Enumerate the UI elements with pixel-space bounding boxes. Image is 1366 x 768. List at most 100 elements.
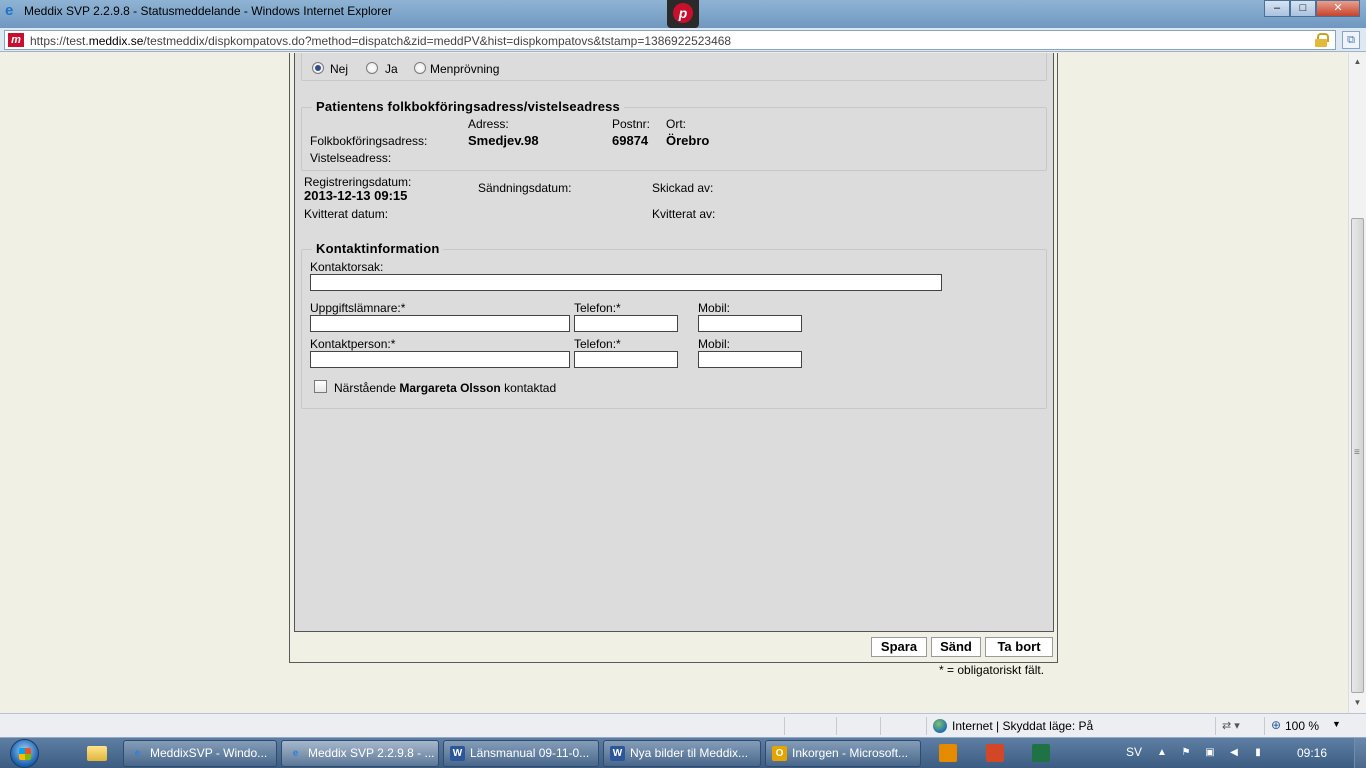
contact-person-label: Kontaktperson:* [310, 337, 396, 351]
form-panel: Nej Ja Menprövning Patientens folkbokför… [294, 53, 1054, 632]
media-player-icon[interactable] [939, 744, 957, 762]
folkbokforing-address: Smedjev.98 [468, 133, 539, 148]
mobile2-input[interactable] [698, 351, 802, 368]
scroll-down-icon[interactable]: ▼ [1349, 694, 1366, 711]
sent-by-label: Skickad av: [652, 181, 714, 195]
action-center-flag-icon[interactable]: ⚑ [1180, 747, 1192, 759]
taskbar-item-lansmanual[interactable]: W Länsmanual 09-11-0... [443, 740, 599, 767]
col-ort-label: Ort: [666, 117, 686, 131]
vistelse-label: Vistelseadress: [310, 151, 392, 165]
col-address-label: Adress: [468, 117, 509, 131]
address-legend: Patientens folkbokföringsadress/vistelse… [312, 99, 624, 114]
show-desktop-button[interactable] [1354, 738, 1366, 768]
mobile2-label: Mobil: [698, 337, 731, 351]
volume-icon[interactable]: ◀ [1228, 747, 1240, 759]
taskbar-item-inkorgen[interactable]: O Inkorgen - Microsoft... [765, 740, 921, 767]
vertical-scrollbar[interactable]: ▲ ▼ [1348, 53, 1366, 713]
mobile1-input[interactable] [698, 315, 802, 332]
url-field[interactable]: m https://test.meddix.se/testmeddix/disp… [4, 30, 1336, 50]
network-signal-icon[interactable]: ▮ [1252, 747, 1264, 759]
registration-date-label: Registreringsdatum: [304, 175, 412, 189]
radio-menprovning[interactable] [414, 62, 426, 74]
radio-ja-label: Ja [385, 62, 398, 76]
contact-person-input[interactable] [310, 351, 570, 368]
status-bar: Internet | Skyddat läge: På ⇄ ▾ ⊕ 100 % … [0, 713, 1366, 737]
window-title-bar: e Meddix SVP 2.2.9.8 - Statusmeddelande … [0, 0, 1366, 28]
contact-reason-label: Kontaktorsak: [310, 260, 384, 274]
protected-mode-icon[interactable]: ⇄ ▾ [1222, 719, 1240, 732]
p-badge[interactable]: p [667, 0, 699, 28]
taskbar-item-nya-bilder[interactable]: W Nya bilder til Meddix... [603, 740, 761, 767]
minimize-button[interactable]: – [1264, 0, 1290, 17]
informant-input[interactable] [310, 315, 570, 332]
relative-contacted-checkbox[interactable] [314, 380, 327, 393]
internet-zone-globe-icon [933, 719, 947, 733]
send-date-label: Sändningsdatum: [478, 181, 572, 195]
page-viewport: Nej Ja Menprövning Patientens folkbokför… [0, 53, 1348, 713]
outlook-icon: O [772, 746, 787, 761]
status-separator [836, 717, 837, 735]
device-icon[interactable]: ▣ [1204, 747, 1216, 759]
status-separator [926, 717, 927, 735]
status-separator [1215, 717, 1216, 735]
windows-logo-icon [10, 739, 39, 768]
required-footnote: * = obligatoriskt fält. [939, 663, 1045, 677]
explorer-folder-icon[interactable] [87, 746, 107, 761]
address-bar: m https://test.meddix.se/testmeddix/disp… [0, 28, 1366, 52]
scroll-thumb[interactable] [1351, 218, 1364, 693]
radio-nej-label: Nej [330, 62, 349, 76]
compatibility-view-icon[interactable]: ⧉ [1342, 31, 1360, 49]
excel-icon[interactable] [1032, 744, 1050, 762]
phone2-label: Telefon:* [574, 337, 621, 351]
word-icon: W [610, 746, 625, 761]
registration-date-value: 2013-12-13 09:15 [304, 188, 408, 203]
taskbar: e MeddixSVP - Windo... e Meddix SVP 2.2.9.… [0, 737, 1366, 768]
internet-explorer-icon: e [5, 2, 14, 19]
powerpoint-icon[interactable] [986, 744, 1004, 762]
window-title: Meddix SVP 2.2.9.8 - Statusmeddelande - … [24, 4, 392, 18]
internet-explorer-icon: e [292, 748, 299, 759]
contact-reason-input[interactable] [310, 274, 942, 291]
phone2-input[interactable] [574, 351, 678, 368]
taskbar-item-meddix-status[interactable]: e Meddix SVP 2.2.9.8 - ... [281, 740, 439, 767]
lock-icon[interactable] [1315, 33, 1329, 47]
zoom-dropdown-icon[interactable]: ▼ [1332, 719, 1341, 729]
radio-ja[interactable] [366, 62, 378, 74]
contact-legend: Kontaktinformation [312, 241, 444, 256]
ack-by-label: Kvitterat av: [652, 207, 716, 221]
url-text[interactable]: https://test.meddix.se/testmeddix/dispko… [30, 34, 731, 48]
radio-fieldset: Nej Ja Menprövning [301, 53, 1047, 81]
zoom-level[interactable]: 100 % [1285, 719, 1319, 733]
internet-explorer-icon: e [134, 748, 141, 759]
start-button[interactable] [6, 739, 46, 768]
relative-contacted-label: Närstående Margareta Olsson kontaktad [334, 381, 557, 395]
language-indicator[interactable]: SV [1126, 745, 1142, 759]
delete-button[interactable]: Ta bort [985, 637, 1053, 657]
folkbokforing-ort: Örebro [666, 133, 710, 148]
phone1-label: Telefon:* [574, 301, 621, 315]
col-postnr-label: Postnr: [612, 117, 651, 131]
phone1-input[interactable] [574, 315, 678, 332]
window-controls: – □ ✕ [1264, 0, 1360, 18]
radio-nej[interactable] [312, 62, 324, 74]
maximize-button[interactable]: □ [1290, 0, 1316, 17]
meddix-favicon-icon: m [8, 33, 24, 47]
security-zone-text[interactable]: Internet | Skyddat läge: På [952, 719, 1093, 733]
p-logo-icon: p [673, 3, 693, 23]
ack-date-label: Kvitterat datum: [304, 207, 389, 221]
save-button[interactable]: Spara [871, 637, 927, 657]
scroll-up-icon[interactable]: ▲ [1349, 53, 1366, 70]
show-hidden-icons-icon[interactable]: ▲ [1156, 747, 1168, 759]
taskbar-item-meddixsvp[interactable]: e MeddixSVP - Windo... [123, 740, 277, 767]
word-icon: W [450, 746, 465, 761]
status-separator [784, 717, 785, 735]
zoom-icon[interactable]: ⊕ [1271, 718, 1281, 732]
informant-label: Uppgiftslämnare:* [310, 301, 406, 315]
folkbokforing-postnr: 69874 [612, 133, 649, 148]
close-button[interactable]: ✕ [1316, 0, 1360, 17]
contact-fieldset: Kontaktinformation Kontaktorsak: Uppgift… [301, 241, 1047, 409]
clock[interactable]: 09:16 [1297, 746, 1327, 760]
folkbokforing-label: Folkbokföringsadress: [310, 134, 428, 148]
address-fieldset: Patientens folkbokföringsadress/vistelse… [301, 99, 1047, 171]
send-button[interactable]: Sänd [931, 637, 981, 657]
